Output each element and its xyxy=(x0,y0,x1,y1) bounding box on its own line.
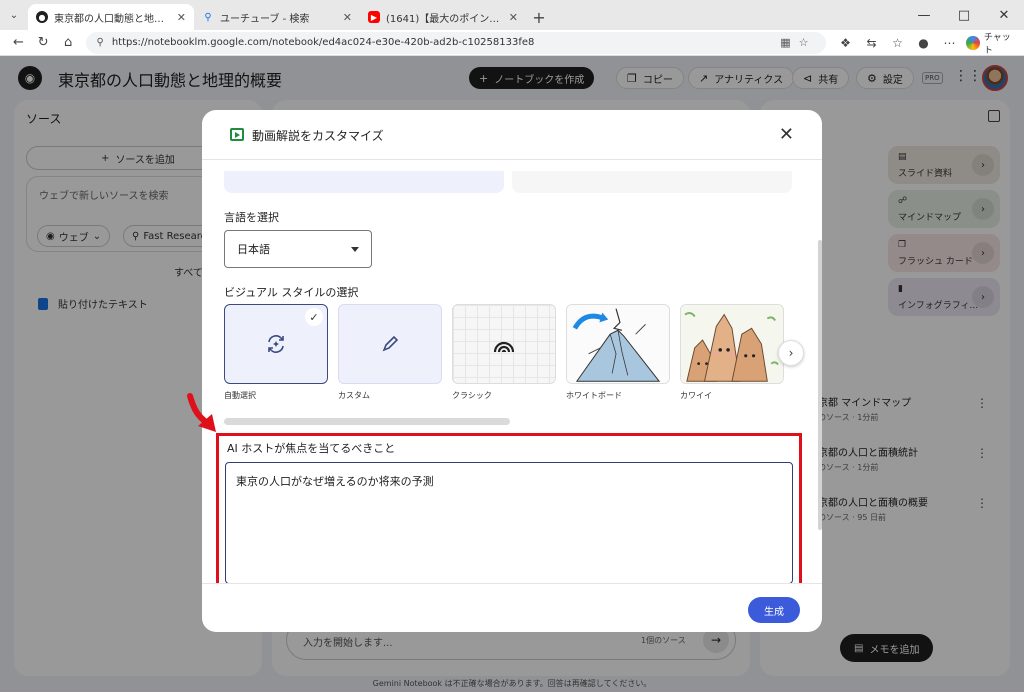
format-option-card[interactable] xyxy=(512,171,792,193)
style-auto-label: 自動選択 xyxy=(224,391,256,400)
close-icon[interactable]: ✕ xyxy=(779,124,794,145)
style-custom-label: カスタム xyxy=(338,391,370,400)
copilot-icon xyxy=(966,35,980,50)
dialog-body: 言語を選択 日本語 ビジュアル スタイルの選択 ✓ 自動選択 カスタム クラシッ… xyxy=(202,161,822,583)
profile-icon[interactable]: ● xyxy=(912,36,934,50)
style-whiteboard-tile[interactable] xyxy=(566,304,670,384)
dialog-header: 動画解説をカスタマイズ ✕ xyxy=(202,110,822,160)
kawaii-rocks-icon xyxy=(681,305,783,383)
language-label: 言語を選択 xyxy=(224,211,279,224)
caret-down-icon xyxy=(351,246,359,252)
url-bar[interactable]: ⚲ https://notebooklm.google.com/notebook… xyxy=(86,31,827,54)
style-whiteboard-label: ホワイトボード xyxy=(566,391,622,400)
new-tab-button[interactable]: + xyxy=(526,4,552,30)
dialog-footer: 生成 xyxy=(202,583,822,632)
maximize-icon[interactable]: □ xyxy=(944,0,984,30)
dialog-scrollbar[interactable] xyxy=(818,240,822,530)
search-favicon-icon: ⚲ xyxy=(204,11,212,23)
more-menu-icon[interactable]: ⋯ xyxy=(938,36,960,50)
reload-icon[interactable]: ↻ xyxy=(31,32,56,54)
youtube-favicon-icon: ▶ xyxy=(368,11,380,23)
style-kawaii-tile[interactable] xyxy=(680,304,784,384)
style-carousel-scrollbar[interactable] xyxy=(224,418,510,425)
close-window-icon[interactable]: ✕ xyxy=(984,0,1024,30)
visual-style-label: ビジュアル スタイルの選択 xyxy=(224,286,359,299)
tab-close-icon[interactable]: ✕ xyxy=(509,11,518,24)
style-classic-tile[interactable] xyxy=(452,304,556,384)
focus-textarea[interactable] xyxy=(225,462,793,583)
tab-title: 東京都の人口動態と地理的概要 - G xyxy=(54,13,171,25)
pencil-icon xyxy=(339,305,441,383)
style-auto-tile[interactable]: ✓ xyxy=(224,304,328,384)
browser-tab-notebook[interactable]: ● 東京都の人口動態と地理的概要 - G ✕ xyxy=(28,4,194,30)
video-overview-icon xyxy=(230,128,244,141)
focus-highlight-box: AI ホストが焦点を当てるべきこと xyxy=(216,433,802,583)
style-classic-label: クラシック xyxy=(452,391,492,400)
site-info-icon[interactable]: ⚲ xyxy=(96,37,103,48)
notebooklm-favicon-icon: ● xyxy=(36,11,48,23)
bookmark-star-icon[interactable]: ▦☆ xyxy=(780,36,816,49)
url-text: https://notebooklm.google.com/notebook/e… xyxy=(111,37,535,48)
window-controls: — □ ✕ xyxy=(904,0,1024,30)
minimize-icon[interactable]: — xyxy=(904,0,944,30)
address-toolbar: ← ↻ ⌂ ⚲ https://notebooklm.google.com/no… xyxy=(0,30,1024,56)
focus-label: AI ホストが焦点を当てるべきこと xyxy=(227,442,396,455)
copilot-chat-button[interactable]: チャット xyxy=(966,30,1018,56)
browser-tab-youtube[interactable]: ▶ (1641)【最大のポイント】50代で差が ✕ xyxy=(360,4,526,30)
tab-title: (1641)【最大のポイント】50代で差が xyxy=(386,13,503,25)
tab-close-icon[interactable]: ✕ xyxy=(177,11,186,24)
customize-video-dialog: 動画解説をカスタマイズ ✕ 言語を選択 日本語 ビジュアル スタイルの選択 ✓ xyxy=(202,110,822,632)
chevron-down-icon: ⌄ xyxy=(9,9,19,21)
browser-tab-search[interactable]: ⚲ ユーチューブ - 検索 ✕ xyxy=(194,4,360,30)
extensions-icon[interactable]: ❖ xyxy=(834,36,856,50)
generate-button[interactable]: 生成 xyxy=(748,597,800,623)
check-icon: ✓ xyxy=(305,308,323,326)
back-icon[interactable]: ← xyxy=(6,32,31,54)
dialog-title: 動画解説をカスタマイズ xyxy=(252,129,384,143)
language-value: 日本語 xyxy=(237,243,270,256)
home-icon[interactable]: ⌂ xyxy=(56,32,81,54)
tab-list-button[interactable]: ⌄ xyxy=(0,2,28,28)
language-select[interactable]: 日本語 xyxy=(224,230,372,268)
chevron-right-icon[interactable]: › xyxy=(778,340,804,366)
favorites-icon[interactable]: ☆ xyxy=(886,36,908,50)
red-arrow-icon xyxy=(187,393,216,432)
tab-close-icon[interactable]: ✕ xyxy=(343,11,352,24)
style-custom-tile[interactable] xyxy=(338,304,442,384)
classic-arcs-icon xyxy=(453,305,555,383)
split-screen-icon[interactable]: ⇆ xyxy=(860,36,882,50)
format-option-card[interactable] xyxy=(224,171,504,193)
tab-title: ユーチューブ - 検索 xyxy=(220,13,310,25)
volcano-illustration-icon xyxy=(567,305,669,383)
browser-tab-bar: ⌄ ● 東京都の人口動態と地理的概要 - G ✕ ⚲ ユーチューブ - 検索 ✕… xyxy=(0,0,1024,30)
style-kawaii-label: カワイイ xyxy=(680,391,712,400)
toolbar-icons: ❖ ⇆ ☆ ● ⋯ xyxy=(834,36,960,50)
chat-label: チャット xyxy=(983,32,1011,56)
